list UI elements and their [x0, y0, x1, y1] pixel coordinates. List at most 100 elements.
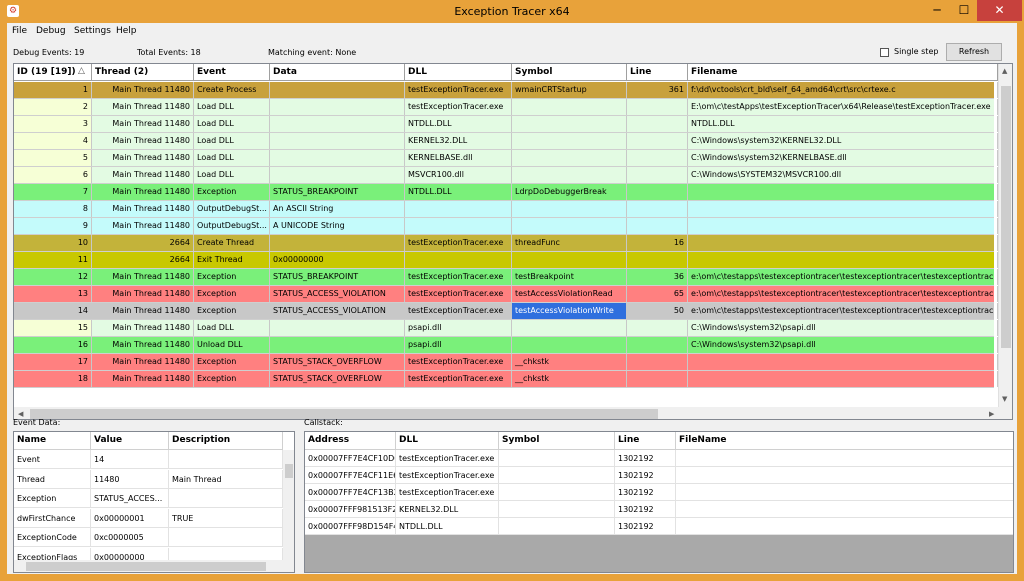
event-row[interactable]: 10 2664 Create Thread testExceptionTracer.e…	[14, 235, 998, 252]
event-row[interactable]: 17 Main Thread 11480 Exception STATUS_STACK…	[14, 354, 998, 371]
event-data-cell: Exception	[14, 489, 91, 508]
event-data-horizontal-scrollbar[interactable]	[14, 560, 294, 572]
grid-header-data[interactable]: Data	[270, 64, 405, 81]
event-cell-event: Create Thread	[194, 235, 270, 251]
event-data-header[interactable]: Value	[91, 432, 169, 450]
event-cell-event: Exception	[194, 286, 270, 302]
grid-header-symbol[interactable]: Symbol	[512, 64, 627, 81]
event-data-row[interactable]: Event 14	[14, 450, 283, 469]
grid-header-dll[interactable]: DLL	[405, 64, 512, 81]
callstack-header[interactable]: FileName	[676, 432, 1013, 450]
scroll-down-icon[interactable]: ▼	[1002, 395, 1007, 403]
window-title: Exception Tracer x64	[454, 5, 570, 18]
events-hscroll-thumb[interactable]	[30, 409, 658, 419]
event-cell-line: 16	[627, 235, 688, 251]
event-row[interactable]: 1 Main Thread 11480 Create Process testExce…	[14, 82, 998, 99]
event-row[interactable]: 7 Main Thread 11480 Exception STATUS_BREAKP…	[14, 184, 998, 201]
grid-header-file[interactable]: Filename	[688, 64, 998, 81]
event-cell-file	[688, 354, 998, 370]
event-row[interactable]: 11 2664 Exit Thread 0x00000000	[14, 252, 998, 269]
callstack-header[interactable]: Address	[305, 432, 396, 450]
scroll-up-icon[interactable]: ▲	[1002, 67, 1007, 75]
menu-help[interactable]: Help	[116, 26, 137, 36]
event-row[interactable]: 15 Main Thread 11480 Load DLL psapi.dll C:\W…	[14, 320, 998, 337]
event-cell-file	[688, 252, 998, 268]
event-row[interactable]: 5 Main Thread 11480 Load DLL KERNELBASE.dll…	[14, 150, 998, 167]
events-grid[interactable]: ID (19 [19]) Thread (2) Event Data DLL Symbol…	[13, 63, 1013, 420]
menu-settings[interactable]: Settings	[74, 26, 111, 36]
refresh-button[interactable]: Refresh	[946, 43, 1002, 61]
event-cell-file: f:\dd\vctools\crt_bld\self_64_amd64\crt\…	[688, 82, 998, 98]
event-data-header[interactable]: Description	[169, 432, 283, 450]
event-row[interactable]: 4 Main Thread 11480 Load DLL KERNEL32.DLL C:…	[14, 133, 998, 150]
event-data-cell: TRUE	[169, 508, 283, 528]
event-cell-line	[627, 337, 688, 353]
callstack-row[interactable]: 0x00007FF7E4CF10D0 testExceptionTracer.ex…	[305, 450, 1013, 467]
event-cell-data	[270, 235, 405, 251]
event-cell-data	[270, 320, 405, 336]
callstack-row[interactable]: 0x00007FF7E4CF13B2 testExceptionTracer.ex…	[305, 484, 1013, 501]
grid-header-thread[interactable]: Thread (2)	[92, 64, 194, 81]
event-data-table[interactable]: Name Value Description Event 14 Thread 11480 Ma…	[13, 431, 295, 573]
event-data-header[interactable]: Name	[14, 432, 91, 450]
events-grid-header: ID (19 [19]) Thread (2) Event Data DLL Symbol…	[14, 64, 1012, 81]
event-cell-data	[270, 167, 405, 183]
callstack-cell: 1302192	[615, 450, 676, 467]
events-vscroll-thumb[interactable]	[1001, 86, 1011, 348]
event-row[interactable]: 9 Main Thread 11480 OutputDebugSt... A UNIC…	[14, 218, 998, 235]
event-cell-thread: Main Thread 11480	[92, 286, 194, 302]
event-cell-thread: Main Thread 11480	[92, 303, 194, 319]
callstack-row[interactable]: 0x00007FF7E4CF11E6 testExceptionTracer.ex…	[305, 467, 1013, 484]
event-data-row[interactable]: Exception STATUS_ACCES...	[14, 489, 283, 508]
event-data-row[interactable]: ExceptionCode 0xc0000005	[14, 528, 283, 547]
event-cell-event: Load DLL	[194, 133, 270, 149]
event-row[interactable]: 8 Main Thread 11480 OutputDebugSt... An ASC…	[14, 201, 998, 218]
event-row[interactable]: 3 Main Thread 11480 Load DLL NTDLL.DLL NTDLL…	[14, 116, 998, 133]
events-horizontal-scrollbar[interactable]: ◀ ▶	[14, 407, 1000, 419]
event-cell-file	[688, 201, 998, 217]
event-data-row[interactable]: dwFirstChance 0x00000001 TRUE	[14, 508, 283, 528]
event-cell-data	[270, 99, 405, 115]
single-step-checkbox[interactable]	[880, 48, 889, 57]
callstack-cell: NTDLL.DLL	[396, 518, 499, 535]
event-cell-id: 4	[14, 133, 92, 149]
close-button[interactable]: ✕	[977, 0, 1022, 21]
maximize-button[interactable]: ☐	[951, 0, 977, 21]
event-data-label: Event Data:	[13, 418, 61, 427]
event-cell-data	[270, 116, 405, 132]
callstack-header[interactable]: DLL	[396, 432, 499, 450]
event-row[interactable]: 6 Main Thread 11480 Load DLL MSVCR100.dll C:…	[14, 167, 998, 184]
event-cell-file: C:\Windows\system32\KERNEL32.DLL	[688, 133, 998, 149]
single-step-label: Single step	[894, 47, 939, 56]
event-cell-symbol	[512, 218, 627, 234]
event-row[interactable]: 2 Main Thread 11480 Load DLL testExceptionT…	[14, 99, 998, 116]
events-vertical-scrollbar[interactable]: ▲ ▼	[998, 64, 1012, 419]
event-cell-thread: 2664	[92, 235, 194, 251]
callstack-header[interactable]: Symbol	[499, 432, 615, 450]
grid-header-event[interactable]: Event	[194, 64, 270, 81]
event-cell-event: Load DLL	[194, 320, 270, 336]
event-data-vertical-scrollbar[interactable]	[283, 450, 294, 560]
grid-header-line[interactable]: Line	[627, 64, 688, 81]
event-cell-dll: NTDLL.DLL	[405, 184, 512, 200]
callstack-table[interactable]: Address DLL Symbol Line FileName 0x00007FF7E4…	[304, 431, 1014, 573]
event-row[interactable]: 13 Main Thread 11480 Exception STATUS_ACCES…	[14, 286, 998, 303]
event-cell-thread: Main Thread 11480	[92, 354, 194, 370]
menu-debug[interactable]: Debug	[36, 26, 66, 36]
event-row[interactable]: 12 Main Thread 11480 Exception STATUS_BREAK…	[14, 269, 998, 286]
scroll-left-icon[interactable]: ◀	[18, 410, 23, 418]
menu-file[interactable]: File	[12, 26, 27, 36]
callstack-header[interactable]: Line	[615, 432, 676, 450]
event-cell-symbol	[512, 133, 627, 149]
event-cell-id: 2	[14, 99, 92, 115]
event-data-row[interactable]: Thread 11480 Main Thread	[14, 469, 283, 489]
callstack-row[interactable]: 0x00007FFF981513F2 KERNEL32.DLL 1302192	[305, 501, 1013, 518]
scroll-right-icon[interactable]: ▶	[989, 410, 994, 418]
event-row[interactable]: 18 Main Thread 11480 Exception STATUS_STACK…	[14, 371, 998, 388]
event-row[interactable]: 16 Main Thread 11480 Unload DLL psapi.dll C:…	[14, 337, 998, 354]
event-cell-file: e:\om\c\testapps\testexceptiontracer\tes…	[688, 286, 998, 302]
title-bar[interactable]: ⚙ Exception Tracer x64 ─ ☐ ✕	[0, 0, 1024, 23]
event-row[interactable]: 14 Main Thread 11480 Exception STATUS_ACCES…	[14, 303, 998, 320]
callstack-row[interactable]: 0x00007FFF98D154F4 NTDLL.DLL 1302192	[305, 518, 1013, 535]
minimize-button[interactable]: ─	[924, 0, 950, 21]
